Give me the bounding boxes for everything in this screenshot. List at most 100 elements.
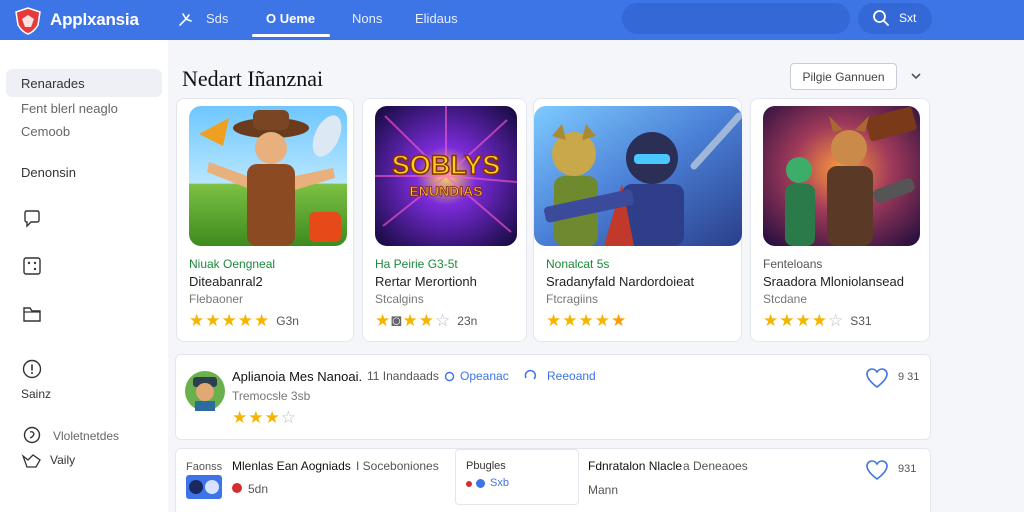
app-thumbnail[interactable] [763, 106, 920, 246]
refresh-icon [524, 369, 537, 380]
row-subtitle: Tremocsle 3sb [232, 389, 311, 403]
search-input[interactable] [622, 3, 850, 34]
thumbnail-subtitle: ENUNDIAS [409, 183, 482, 199]
star-icon: ★ [562, 311, 578, 330]
info-icon[interactable] [21, 358, 43, 380]
star-rating: ★ ★ ★ ☆ [232, 409, 296, 426]
star-icon: ★ [611, 311, 627, 330]
nav-item-nons[interactable]: Nons [352, 11, 382, 26]
sidebar-subitem[interactable]: Fent blerl neaglo [21, 101, 118, 116]
card-tag: Niuak Oengneal [189, 257, 276, 271]
status-dot [476, 479, 485, 488]
card-title[interactable]: Diteabanral2 [189, 274, 263, 289]
star-icon: ★ [546, 311, 562, 330]
nav-item-elidaus[interactable]: Elidaus [415, 11, 458, 26]
star-icon: ☆ [435, 311, 451, 330]
star-rating: ★ ★ ★ ★ ☆ S31 [763, 312, 872, 329]
chat-bubble-icon[interactable] [21, 208, 43, 230]
brand-logo-icon[interactable] [14, 7, 42, 35]
star-icon: ★ [578, 311, 594, 330]
app-thumbnail[interactable]: SOBLYS ENUNDIAS [375, 106, 517, 246]
star-rating: ★ ★ ★ ★ ★ [546, 312, 626, 329]
sidebar-item-label[interactable]: Vloletnetdes [53, 429, 119, 443]
card-title[interactable]: Sradanyfald Nardordoieat [546, 274, 694, 289]
rating-count: 23n [457, 313, 478, 328]
star-icon: ★ [254, 311, 270, 330]
nav-item-sds[interactable]: Sds [206, 11, 228, 26]
card-developer: Flebaoner [189, 292, 244, 306]
sidebar: Renarades Fent blerl neaglo Cemoob Denon… [0, 40, 168, 512]
row-label: Faonss [186, 461, 223, 473]
sidebar-section-denonsin[interactable]: Denonsin [21, 165, 76, 180]
chevron-down-icon[interactable] [910, 70, 922, 82]
inline-panel[interactable]: Pbugles Sxb [455, 449, 579, 505]
top-app-bar: Applxansia Sds O‌ Ueme Nons Elidaus Sxt [0, 0, 1024, 40]
app-thumbnail[interactable] [534, 106, 742, 246]
search-button[interactable] [858, 3, 932, 34]
list-item[interactable]: Faonss Mlenlas Ean Aogniads I Socebonion… [175, 448, 931, 512]
app-card[interactable]: Nonalcat 5s Sradanyfald Nardordoieat Ftc… [533, 98, 742, 342]
sort-dropdown[interactable]: Pilgie Gannuen [790, 63, 897, 90]
sparkle-icon[interactable] [176, 10, 194, 28]
nav-item-home[interactable]: O‌ Ueme [266, 11, 315, 26]
like-count: 931 [898, 463, 917, 475]
sidebar-info-label: Sainz [21, 387, 52, 401]
star-icon: ★ [763, 311, 779, 330]
app-thumbnail[interactable] [189, 106, 347, 246]
card-tag: Nonalcat 5s [546, 257, 610, 271]
row-right-title[interactable]: Fdnratalon Nlacle [588, 459, 682, 473]
check-icon[interactable] [21, 450, 43, 472]
panel-title: Pbugles [466, 460, 506, 472]
star-icon: ★ [795, 311, 811, 330]
panel-sub: Sxb [490, 477, 509, 489]
star-icon: ★ [375, 311, 391, 330]
app-card[interactable]: Niuak Oengneal Diteabanral2 Flebaoner ★ … [176, 98, 354, 342]
sidebar-item-renarades[interactable]: Renarades [21, 76, 85, 91]
row-sub: 5dn [248, 482, 269, 496]
app-card[interactable]: Fenteloans Sraadora Mloniolansead Stcdan… [750, 98, 930, 342]
list-item[interactable]: Aplianoia Mes Nanoai. 11 Inandaads Opean… [175, 354, 931, 440]
row-link[interactable]: Opeanac [460, 369, 509, 383]
sidebar-item-label[interactable]: Vaily [50, 453, 75, 467]
avatar[interactable] [185, 371, 225, 411]
row-title[interactable]: Aplianoia Mes Nanoai. [232, 369, 362, 384]
search-icon [873, 10, 889, 26]
rating-count: G3n [276, 313, 299, 328]
star-rating: ★ ◙ ★ ★ ☆ 23n [375, 312, 477, 329]
row-title[interactable]: Mlenlas Ean Aogniads [232, 459, 351, 473]
heart-icon[interactable] [865, 459, 889, 481]
sidebar-subitem[interactable]: Cemoob [21, 124, 70, 139]
star-icon: ★ [402, 311, 418, 330]
brand-name[interactable]: Applxansia [50, 10, 139, 30]
row-right-sub: Mann [588, 483, 619, 497]
link-icon [444, 371, 455, 382]
star-icon: ☆ [280, 408, 296, 427]
row-meta: I Soceboniones [356, 459, 439, 473]
app-card[interactable]: SOBLYS ENUNDIAS Ha Peirie G3-5t Rertar M… [362, 98, 527, 342]
card-tag: Ha Peirie G3-5t [375, 257, 458, 271]
star-icon: ★ [205, 311, 221, 330]
star-icon: ★ [594, 311, 610, 330]
settings-icon[interactable] [21, 424, 43, 446]
thumbnail-title: SOBLYS [392, 150, 501, 180]
status-dot [232, 483, 242, 493]
card-title[interactable]: Rertar Merortionh [375, 274, 477, 289]
star-icon: ★ [248, 408, 264, 427]
like-count: 9 31 [898, 371, 920, 383]
star-icon: ★ [811, 311, 827, 330]
star-icon: ★ [221, 311, 237, 330]
card-developer: Stcdane [763, 292, 808, 306]
star-icon: ★ [779, 311, 795, 330]
heart-icon[interactable] [865, 367, 889, 389]
status-dot [466, 481, 472, 487]
card-title[interactable]: Sraadora Mloniolansead [763, 274, 904, 289]
app-thumbnail-small[interactable] [186, 475, 222, 499]
star-icon: ★ [237, 311, 253, 330]
rating-count: S31 [850, 313, 872, 328]
star-rating: ★ ★ ★ ★ ★ G3n [189, 312, 299, 329]
row-link[interactable]: Reeoand [547, 369, 596, 383]
star-icon: ★ [232, 408, 248, 427]
page-title: Nedart Iñanznai [182, 66, 324, 91]
dice-icon[interactable] [21, 255, 43, 277]
folder-icon[interactable] [21, 303, 43, 325]
